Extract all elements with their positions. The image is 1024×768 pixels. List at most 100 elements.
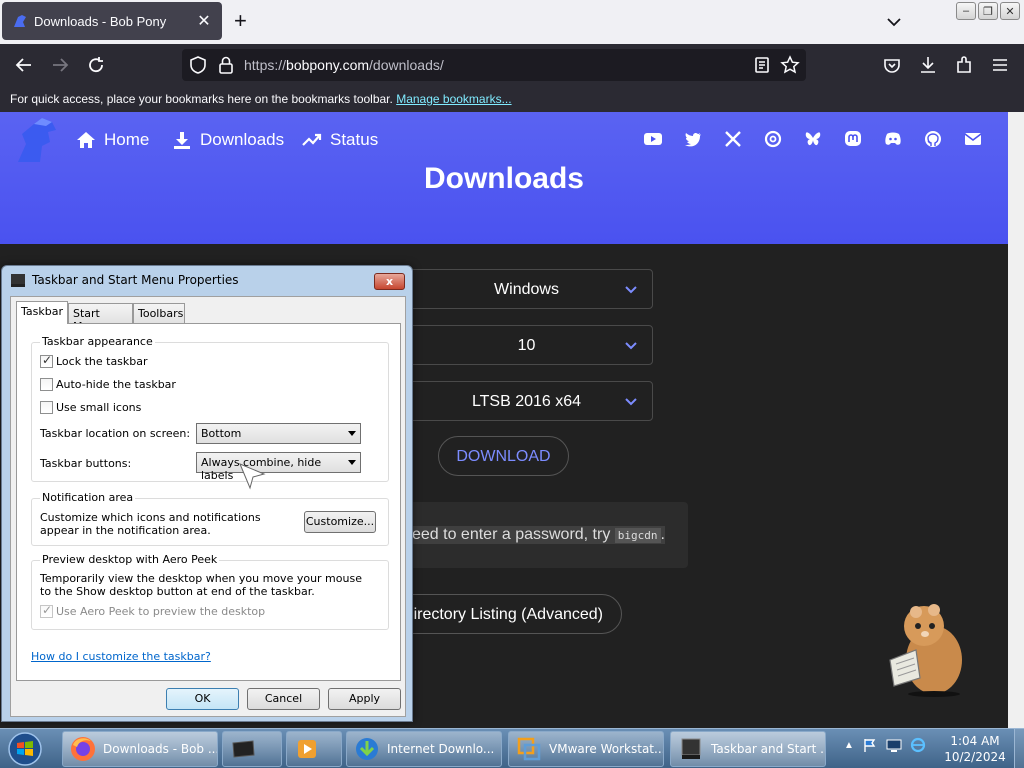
aero-peek-group: Preview desktop with Aero Peek Temporari… <box>31 553 389 630</box>
apply-button[interactable]: Apply <box>328 688 401 710</box>
tab-toolbars[interactable]: Toolbars <box>133 303 185 323</box>
notification-text: Customize which icons and notifications … <box>40 511 261 537</box>
action-center-flag-icon[interactable] <box>862 737 878 753</box>
twitter-icon[interactable] <box>684 130 702 148</box>
taskbar-media-player[interactable] <box>286 731 342 767</box>
nav-downloads[interactable]: Downloads <box>172 130 284 150</box>
home-icon <box>77 132 95 148</box>
pocket-icon[interactable] <box>882 55 902 75</box>
edition-select[interactable]: LTSB 2016 x64 <box>400 381 653 421</box>
x-icon[interactable] <box>724 130 742 148</box>
shield-icon[interactable] <box>188 55 208 75</box>
tab-strip: Downloads - Bob Pony ✕ + – ❐ ✕ <box>0 0 1024 44</box>
appearance-title: Taskbar appearance <box>40 335 155 348</box>
lock-icon[interactable] <box>216 55 236 75</box>
extensions-icon[interactable] <box>954 55 974 75</box>
close-window-icon[interactable]: ✕ <box>1000 2 1020 20</box>
show-hidden-icons-arrow-icon[interactable]: ▲ <box>844 740 854 751</box>
browser-tab[interactable]: Downloads - Bob Pony ✕ <box>2 2 222 40</box>
window-controls: – ❐ ✕ <box>956 2 1020 20</box>
notification-title: Notification area <box>40 491 136 504</box>
taskbar-vmware[interactable]: VMware Workstat... <box>508 731 664 767</box>
version-select[interactable]: 10 <box>400 325 653 365</box>
dialog-titlebar: Taskbar and Start Menu Properties <box>10 272 239 288</box>
internet-explorer-icon[interactable] <box>910 737 926 753</box>
forward-arrow-icon[interactable] <box>50 55 70 75</box>
ok-button[interactable]: OK <box>166 688 239 710</box>
dialog-body: Taskbar Start Menu Toolbars Taskbar appe… <box>10 296 406 717</box>
internet-download-manager-icon <box>356 738 378 760</box>
chevron-down-icon <box>625 342 637 350</box>
clock-date: 10/2/2024 <box>944 750 1006 764</box>
list-all-tabs-chevron-icon[interactable] <box>884 12 904 32</box>
vmware-icon <box>517 737 541 761</box>
aero-peek-text: Temporarily view the desktop when you mo… <box>40 572 362 598</box>
restore-icon[interactable]: ❐ <box>978 2 998 20</box>
hamster-reading-mascot-icon <box>889 604 962 697</box>
reader-view-icon[interactable] <box>752 55 772 75</box>
mastodon-icon[interactable] <box>844 130 862 148</box>
nav-home[interactable]: Home <box>76 130 149 150</box>
bobpony-logo-icon[interactable] <box>12 116 64 166</box>
download-button[interactable]: DOWNLOAD <box>438 436 569 476</box>
tab-title: Downloads - Bob Pony <box>34 13 167 29</box>
page-scrollbar[interactable] <box>1008 112 1024 728</box>
github-icon[interactable] <box>924 130 942 148</box>
directory-listing-button[interactable]: irectory Listing (Advanced) <box>388 594 622 634</box>
system-tray: ▲ <box>844 737 926 753</box>
show-desktop-button[interactable] <box>1014 729 1024 768</box>
taskbar-internet-download[interactable]: Internet Downlo... <box>346 731 502 767</box>
taskbar-firefox[interactable]: Downloads - Bob ... <box>62 731 218 767</box>
lock-taskbar-checkbox[interactable] <box>40 353 53 368</box>
email-icon[interactable] <box>964 130 982 148</box>
chevron-down-icon <box>625 398 637 406</box>
terminal-window-icon <box>232 740 255 758</box>
taskbar-terminal[interactable] <box>222 731 282 767</box>
downloads-icon[interactable] <box>918 55 938 75</box>
menu-hamburger-icon[interactable] <box>990 55 1010 75</box>
password-code: bigcdn <box>614 528 661 543</box>
minimize-icon[interactable]: – <box>956 2 976 20</box>
aero-peek-checkbox[interactable] <box>40 603 53 618</box>
page-title: Downloads <box>423 162 584 195</box>
address-bar[interactable]: https://bobpony.com/downloads/ <box>182 49 806 81</box>
bookmarks-toolbar: For quick access, place your bookmarks h… <box>0 86 1024 112</box>
location-label: Taskbar location on screen: <box>40 427 191 440</box>
manage-bookmarks-link[interactable]: Manage bookmarks... <box>396 92 511 106</box>
small-icons-checkbox[interactable] <box>40 401 53 414</box>
system-clock[interactable]: 1:04 AM 10/2/2024 <box>940 733 1010 765</box>
aero-peek-title: Preview desktop with Aero Peek <box>40 553 220 566</box>
customize-button[interactable]: Customize... <box>304 511 376 533</box>
password-text: eed to enter a password, try bigcdn. <box>412 526 665 544</box>
bookmark-star-icon[interactable] <box>780 55 800 75</box>
buttons-dropdown[interactable]: Always combine, hide labels <box>196 452 361 482</box>
os-select[interactable]: Windows <box>400 269 653 309</box>
cancel-button[interactable]: Cancel <box>247 688 320 710</box>
reload-icon[interactable] <box>86 55 106 75</box>
taskbar-properties-window[interactable]: Taskbar and Start ... <box>670 731 826 767</box>
password-notice: eed to enter a password, try bigcdn. <box>400 502 688 568</box>
bluesky-icon[interactable] <box>804 130 822 148</box>
tab-close-icon[interactable]: ✕ <box>196 11 212 31</box>
back-arrow-icon[interactable] <box>14 55 34 75</box>
tab-start-menu[interactable]: Start Menu <box>68 303 133 333</box>
windows-start-orb-icon[interactable] <box>6 731 44 767</box>
bobpony-favicon-icon <box>14 15 26 27</box>
network-monitor-icon[interactable] <box>886 737 902 753</box>
tab-taskbar[interactable]: Taskbar <box>16 301 68 324</box>
dialog-close-button[interactable]: x <box>374 273 405 290</box>
new-tab-icon[interactable]: + <box>234 10 247 32</box>
dropdown-arrow-icon <box>348 431 356 436</box>
threads-icon[interactable] <box>764 130 782 148</box>
chevron-down-icon <box>625 286 637 294</box>
youtube-icon[interactable] <box>644 130 662 148</box>
help-link[interactable]: How do I customize the taskbar? <box>31 650 211 663</box>
location-dropdown[interactable]: Bottom <box>196 423 361 444</box>
url-text: https://bobpony.com/downloads/ <box>244 57 444 73</box>
nav-status[interactable]: Status <box>302 130 378 150</box>
media-player-icon <box>298 740 316 758</box>
dialog-title: Taskbar and Start Menu Properties <box>32 273 239 287</box>
discord-icon[interactable] <box>884 130 902 148</box>
small-icons-label: Use small icons <box>56 401 142 414</box>
autohide-checkbox[interactable] <box>40 378 53 391</box>
